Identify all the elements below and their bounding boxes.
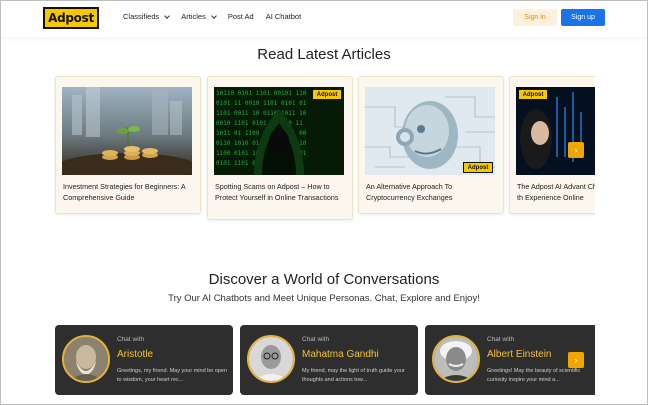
logo-text: Adpost bbox=[48, 11, 94, 25]
chatbot-name: Aristotle bbox=[117, 349, 154, 360]
chatbots-subtitle: Try Our AI Chatbots and Meet Unique Pers… bbox=[168, 293, 480, 304]
chatbot-card[interactable]: Chat with Aristotle Greetings, my friend… bbox=[55, 325, 233, 395]
nav-ai-chatbot[interactable]: AI Chatbot bbox=[266, 12, 301, 21]
adpost-badge: Adpost bbox=[463, 162, 493, 173]
carousel-next-button[interactable]: › bbox=[568, 142, 584, 158]
nav-articles-label: Articles bbox=[181, 12, 206, 21]
main-nav: Classifieds Articles Post Ad AI Chatbot bbox=[123, 12, 313, 21]
chat-with-label: Chat with bbox=[302, 336, 330, 343]
article-caption: An Alternative Approach To Cryptocurrenc… bbox=[366, 182, 453, 202]
svg-text:10110 0101 1101 00101 110: 10110 0101 1101 00101 110 bbox=[216, 90, 307, 97]
chatbot-greeting: My friend, may the light of truth guide … bbox=[302, 368, 405, 383]
nav-classifieds[interactable]: Classifieds bbox=[123, 12, 171, 21]
carousel-next-button[interactable]: › bbox=[568, 352, 584, 368]
sign-in-button[interactable]: Sign in bbox=[513, 9, 557, 26]
nav-articles[interactable]: Articles bbox=[181, 12, 217, 21]
adpost-logo[interactable]: Adpost bbox=[43, 7, 99, 29]
chat-with-label: Chat with bbox=[487, 336, 515, 343]
chatbots-carousel: Chat with Aristotle Greetings, my friend… bbox=[0, 323, 595, 405]
article-card[interactable]: Investment Strategies for Beginners: A C… bbox=[55, 76, 201, 214]
article-caption: The Adpost AI Advant Chatbots Transform … bbox=[517, 182, 595, 202]
chatbot-name: Mahatma Gandhi bbox=[302, 349, 379, 360]
article-card[interactable]: 10110 0101 1101 00101 110 0101 11 0010 1… bbox=[207, 76, 353, 220]
nav-classifieds-label: Classifieds bbox=[123, 12, 160, 21]
chevron-right-icon: › bbox=[574, 355, 578, 365]
chatbots-section-title: Discover a World of Conversations bbox=[208, 271, 440, 288]
chevron-down-icon bbox=[211, 12, 217, 19]
chat-with-label: Chat with bbox=[117, 336, 145, 343]
articles-section-title: Read Latest Articles bbox=[257, 46, 391, 63]
article-image-coins-plant bbox=[62, 87, 192, 175]
chevron-right-icon: › bbox=[574, 145, 578, 155]
chatbot-greeting: Greetings, my friend. May your mind be o… bbox=[117, 368, 228, 383]
sign-up-button[interactable]: Sign up bbox=[561, 9, 605, 26]
nav-ai-chatbot-label: AI Chatbot bbox=[265, 12, 302, 21]
article-image-crypto-head: Adpost bbox=[365, 87, 495, 175]
svg-text:1101 0011 10 0110 1011 10: 1101 0011 10 0110 1011 10 bbox=[216, 110, 307, 117]
avatar bbox=[247, 335, 295, 383]
article-image-hacker: 10110 0101 1101 00101 110 0101 11 0010 1… bbox=[214, 87, 344, 175]
svg-text:0101 11 0010 1101 0101 01: 0101 11 0010 1101 0101 01 bbox=[216, 100, 307, 107]
article-caption: Investment Strategies for Beginners: A C… bbox=[63, 182, 186, 202]
nav-post-ad[interactable]: Post Ad bbox=[228, 12, 254, 21]
chatbot-card[interactable]: Chat with Mahatma Gandhi My friend, may … bbox=[240, 325, 418, 395]
chevron-down-icon bbox=[164, 12, 171, 19]
chatbot-name: Albert Einstein bbox=[487, 349, 552, 360]
nav-post-ad-label: Post Ad bbox=[227, 12, 254, 21]
article-caption: Spotting Scams on Adpost – How to Protec… bbox=[215, 182, 339, 202]
adpost-badge: Adpost bbox=[518, 89, 548, 100]
adpost-badge: Adpost bbox=[312, 89, 342, 100]
articles-carousel: Investment Strategies for Beginners: A C… bbox=[0, 76, 595, 226]
site-header: Adpost Classifieds Articles Post Ad AI C… bbox=[0, 0, 648, 37]
avatar bbox=[432, 335, 480, 383]
avatar bbox=[62, 335, 110, 383]
article-card[interactable]: Adpost An Alternative Approach To Crypto… bbox=[358, 76, 504, 214]
article-image-ai-woman: Adpost bbox=[516, 87, 595, 175]
chatbot-greeting: Greetings! May the beauty of scientific … bbox=[487, 368, 581, 383]
